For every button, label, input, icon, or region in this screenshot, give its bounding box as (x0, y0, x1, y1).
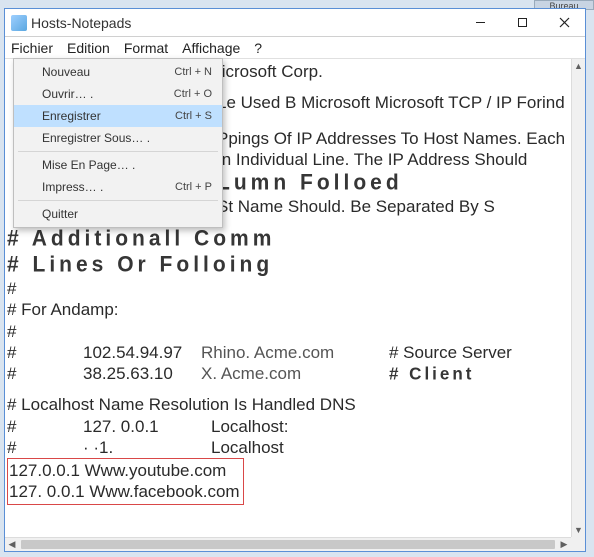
menu-item-label: Nouveau (42, 65, 90, 79)
comment-cell: # Source Server (389, 342, 512, 363)
window-title: Hosts-Notepads (31, 15, 459, 31)
menu-item-quit[interactable]: Quitter (14, 203, 222, 225)
menu-item-new[interactable]: Nouveau Ctrl + N (14, 61, 222, 83)
scrollbar-corner (571, 537, 585, 551)
window-controls (459, 10, 585, 36)
host-cell: Localhost: (211, 416, 289, 437)
blank-line (7, 384, 569, 394)
hash-prefix: # (7, 363, 25, 384)
menu-item-shortcut: Ctrl + O (174, 88, 212, 100)
host-cell: Localhost (211, 437, 284, 458)
menu-item-page-setup[interactable]: Mise En Page… . (14, 154, 222, 176)
menu-item-label: Mise En Page… . (42, 158, 135, 172)
menu-edition[interactable]: Edition (65, 38, 112, 58)
hosts-row: # 38.25.63.10 X. Acme.com # Client (7, 363, 569, 384)
scroll-up-icon[interactable]: ▲ (572, 59, 585, 73)
text-line: # (7, 278, 569, 299)
ip-cell: 102.54.94.97 (53, 342, 173, 363)
hosts-row: # 127. 0.0.1 Localhost: (7, 416, 569, 437)
menu-item-print[interactable]: Impress… . Ctrl + P (14, 176, 222, 198)
menu-item-shortcut: Ctrl + S (175, 110, 212, 122)
menu-item-open[interactable]: Ouvrir… . Ctrl + O (14, 83, 222, 105)
comment-cell: # Client (389, 362, 474, 384)
host-cell: X. Acme.com (201, 363, 361, 384)
hash-prefix: # (7, 342, 25, 363)
text-line: 127.0.0.1 Www.youtube.com (9, 460, 240, 481)
highlighted-lines-box: 127.0.0.1 Www.youtube.com 127. 0.0.1 Www… (7, 458, 244, 505)
menu-separator (18, 200, 218, 201)
menu-separator (18, 151, 218, 152)
text-line: # Additionall Comm (7, 225, 569, 253)
scroll-left-icon[interactable]: ◀ (5, 538, 19, 551)
horizontal-scrollbar[interactable]: ◀ ▶ (5, 537, 571, 551)
menu-item-label: Ouvrir… . (42, 87, 93, 101)
hosts-row: # 102.54.94.97 Rhino. Acme.com # Source … (7, 342, 569, 363)
menu-item-label: Enregistrer Sous… . (42, 131, 150, 145)
menu-item-shortcut: Ctrl + N (174, 66, 212, 78)
menu-item-label: Enregistrer (42, 109, 101, 123)
titlebar[interactable]: Hosts-Notepads (5, 9, 585, 37)
text-line: # For Andamp: (7, 299, 569, 320)
hash-prefix: # (7, 437, 25, 458)
text-line: # (7, 321, 569, 342)
menu-item-save[interactable]: Enregistrer Ctrl + S (14, 105, 222, 127)
menu-item-label: Quitter (42, 207, 78, 221)
text-line: # Lines Or Folloing (7, 251, 569, 279)
app-icon (11, 15, 27, 31)
menu-item-label: Impress… . (42, 180, 103, 194)
text-line: # Localhost Name Resolution Is Handled D… (7, 394, 569, 415)
hosts-row: # · ·1. Localhost (7, 437, 569, 458)
menu-affichage[interactable]: Affichage (180, 38, 242, 58)
horizontal-scroll-thumb[interactable] (21, 540, 555, 549)
host-cell: Rhino. Acme.com (201, 342, 361, 363)
menu-fichier[interactable]: Fichier (9, 38, 55, 58)
ip-cell: 38.25.63.10 (53, 363, 173, 384)
menu-help[interactable]: ? (252, 38, 264, 58)
minimize-button[interactable] (459, 10, 501, 36)
menu-item-save-as[interactable]: Enregistrer Sous… . (14, 127, 222, 149)
text-line: 127. 0.0.1 Www.facebook.com (9, 481, 240, 502)
scroll-down-icon[interactable]: ▼ (572, 523, 585, 537)
menu-format[interactable]: Format (122, 38, 170, 58)
close-button[interactable] (543, 10, 585, 36)
hash-prefix: # (7, 416, 25, 437)
maximize-button[interactable] (501, 10, 543, 36)
ip-cell: · ·1. (53, 437, 183, 458)
scroll-right-icon[interactable]: ▶ (557, 538, 571, 551)
menu-item-shortcut: Ctrl + P (175, 181, 212, 193)
file-menu-dropdown: Nouveau Ctrl + N Ouvrir… . Ctrl + O Enre… (13, 58, 223, 228)
vertical-scrollbar[interactable]: ▲ ▼ (571, 59, 585, 537)
ip-cell: 127. 0.0.1 (53, 416, 183, 437)
menubar: Fichier Edition Format Affichage ? (5, 37, 585, 59)
